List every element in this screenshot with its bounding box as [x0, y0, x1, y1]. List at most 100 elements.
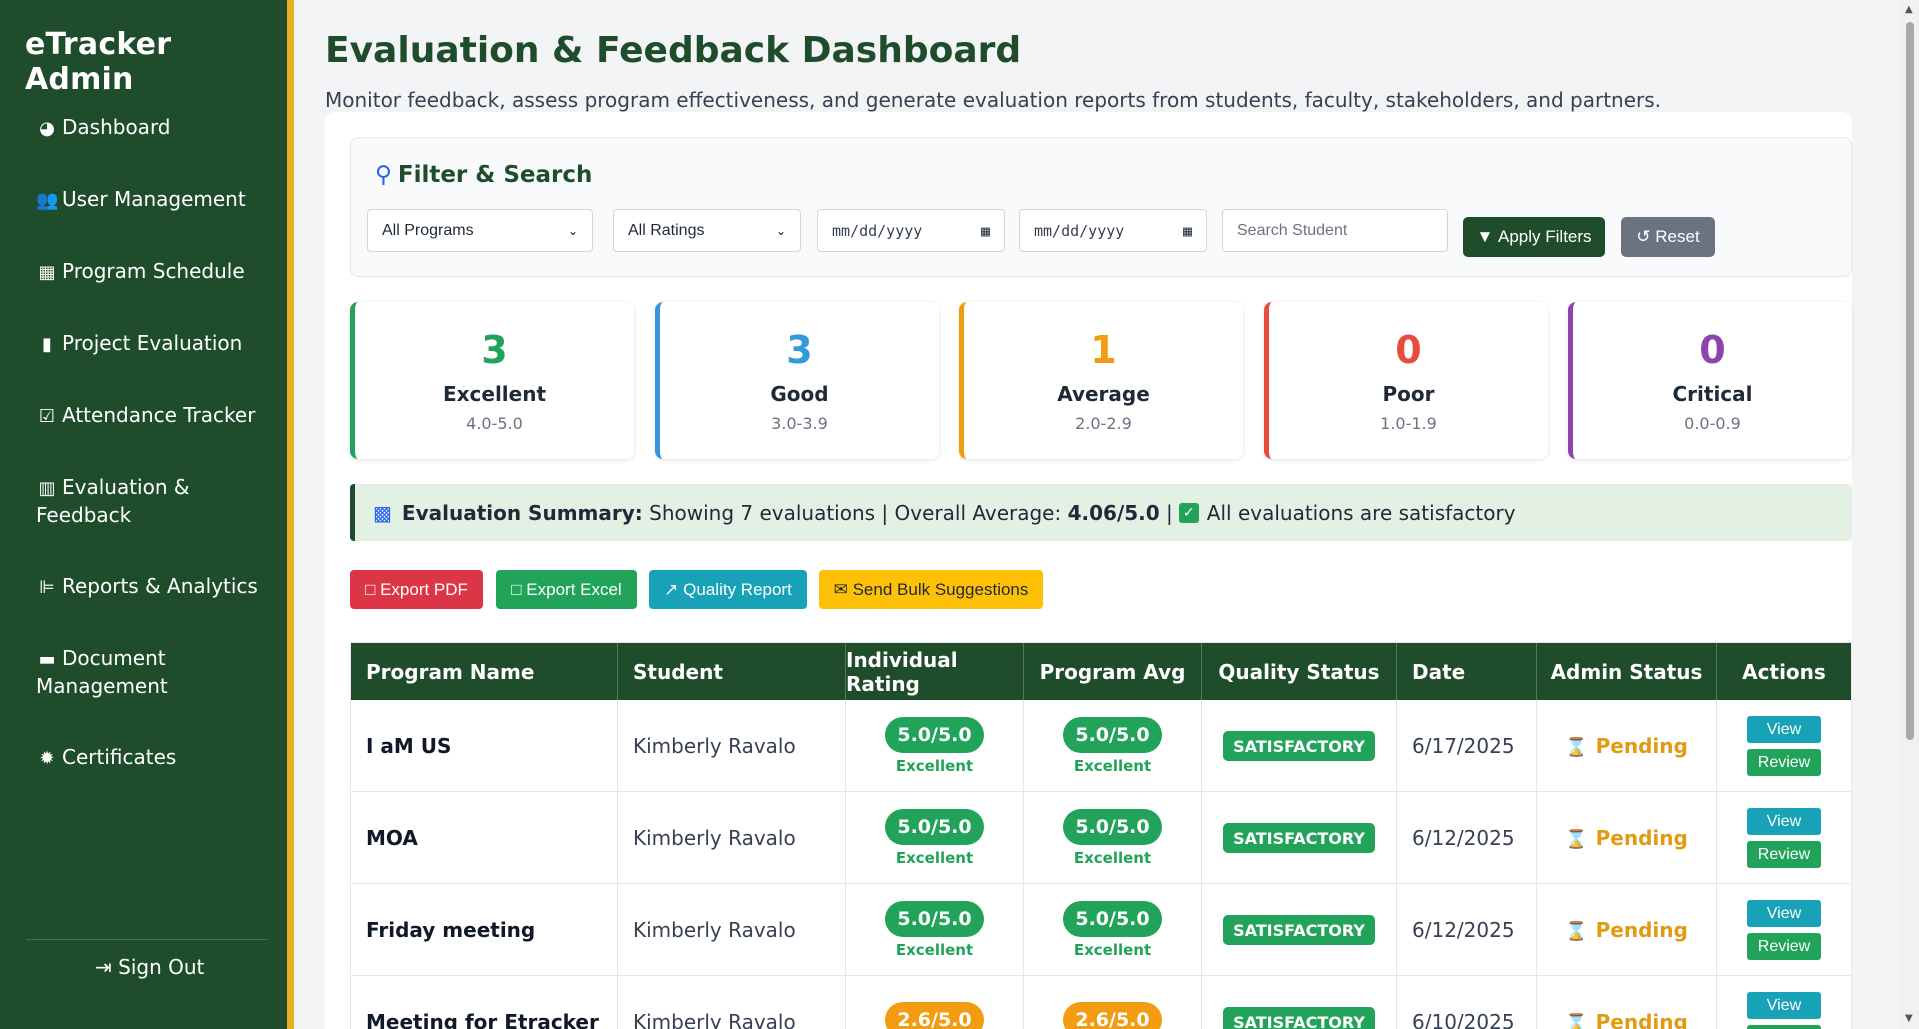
program-name: Meeting for Etracker — [366, 1010, 599, 1029]
table-cell: 2.6/5.0 — [1024, 976, 1202, 1029]
sidebar-item-user-management[interactable]: 👥 User Management — [36, 186, 266, 214]
sidebar-item-program-schedule[interactable]: ▦ Program Schedule — [36, 258, 266, 286]
stat-count: 3 — [786, 328, 813, 372]
page-scrollbar[interactable]: ▲ ▼ — [1901, 0, 1919, 1029]
sidebar-item-certificates[interactable]: ✹ Certificates — [36, 744, 266, 772]
date-to-input[interactable]: mm/dd/yyyy ▦ — [1019, 209, 1207, 252]
student-name: Kimberly Ravalo — [633, 826, 796, 850]
column-header[interactable]: Program Name — [351, 643, 618, 700]
search-student-input[interactable]: Search Student — [1222, 209, 1448, 252]
export-excel-button[interactable]: □ Export Excel — [496, 570, 637, 609]
review-button[interactable]: Review — [1747, 1025, 1821, 1029]
view-button[interactable]: View — [1747, 900, 1821, 927]
table-cell: ⌛ Pending — [1537, 884, 1717, 976]
sidebar-item-reports-analytics[interactable]: ⊫ Reports & Analytics — [36, 573, 266, 601]
stat-range: 0.0-0.9 — [1684, 414, 1741, 433]
analytics-icon: ⊫ — [39, 577, 55, 598]
table-cell: Kimberly Ravalo — [618, 976, 846, 1029]
column-header[interactable]: Admin Status — [1537, 643, 1717, 700]
column-header[interactable]: Program Avg — [1024, 643, 1202, 700]
table-cell: 5.0/5.0 Excellent — [846, 700, 1024, 792]
stat-count: 0 — [1699, 328, 1726, 372]
stat-range: 4.0-5.0 — [466, 414, 523, 433]
clipboard-icon: ▮ — [42, 334, 52, 355]
sign-out-icon: ⇥ — [95, 955, 112, 979]
table-cell: View Review — [1717, 792, 1851, 884]
column-header[interactable]: Actions — [1717, 643, 1851, 700]
table-cell: 5.0/5.0 Excellent — [1024, 792, 1202, 884]
rating-select[interactable]: All Ratings ⌄ — [613, 209, 801, 252]
sidebar-item-project-evaluation[interactable]: ▮ Project Evaluation — [36, 330, 266, 358]
stat-label: Average — [1057, 382, 1150, 406]
individual-rating-badge: 5.0/5.0 — [885, 809, 984, 845]
sign-out-button[interactable]: ⇥ Sign Out — [95, 955, 204, 979]
sidebar-item-label: Attendance Tracker — [62, 403, 256, 427]
individual-rating-badge: 5.0/5.0 — [885, 717, 984, 753]
sidebar-item-label: Dashboard — [62, 115, 171, 139]
scroll-down-icon[interactable]: ▼ — [1905, 1013, 1913, 1024]
dashboard-icon: ◕ — [39, 118, 55, 139]
sidebar-item-attendance-tracker[interactable]: ☑ Attendance Tracker — [36, 402, 266, 430]
program-avg-badge: 2.6/5.0 — [1063, 1002, 1162, 1029]
individual-rating-badge: 5.0/5.0 — [885, 901, 984, 937]
quality-status-badge: SATISFACTORY — [1223, 915, 1375, 945]
table-cell: ⌛ Pending — [1537, 700, 1717, 792]
chart-icon: ▥ — [38, 478, 56, 499]
column-header[interactable]: Individual Rating — [846, 643, 1024, 700]
table-cell: SATISFACTORY — [1202, 884, 1397, 976]
export-pdf-button[interactable]: □ Export PDF — [350, 570, 483, 609]
users-icon: 👥 — [36, 190, 59, 211]
table-cell: View Review — [1717, 976, 1851, 1029]
review-button[interactable]: Review — [1747, 749, 1821, 776]
quality-report-button[interactable]: ↗ Quality Report — [649, 570, 807, 609]
send-bulk-suggestions-button[interactable]: ✉ Send Bulk Suggestions — [819, 570, 1043, 609]
stat-range: 3.0-3.9 — [771, 414, 828, 433]
apply-filters-button[interactable]: ▼ Apply Filters — [1463, 217, 1605, 257]
table-cell: SATISFACTORY — [1202, 792, 1397, 884]
brand-title: eTracker Admin — [25, 27, 172, 97]
filter-icon: ▼ — [1476, 227, 1494, 246]
student-name: Kimberly Ravalo — [633, 734, 796, 758]
sidebar-item-label: Reports & Analytics — [62, 574, 258, 598]
chevron-down-icon: ⌄ — [775, 223, 786, 238]
hourglass-icon: ⌛ — [1565, 921, 1588, 942]
table-row: MOA Kimberly Ravalo 5.0/5.0 Excellent 5.0/5.… — [351, 792, 1851, 884]
individual-rating-label: Excellent — [895, 757, 974, 775]
program-avg-label: Excellent — [1073, 757, 1152, 775]
view-button[interactable]: View — [1747, 992, 1821, 1019]
view-button[interactable]: View — [1747, 716, 1821, 743]
column-header[interactable]: Quality Status — [1202, 643, 1397, 700]
stat-label: Poor — [1382, 382, 1435, 406]
view-button[interactable]: View — [1747, 808, 1821, 835]
table-cell: 2.6/5.0 — [846, 976, 1024, 1029]
sidebar-item-label: Evaluation & Feedback — [36, 475, 190, 527]
sidebar-item-document-management[interactable]: ▬ Document Management — [36, 645, 236, 700]
admin-status: ⌛ Pending — [1565, 1010, 1688, 1029]
hourglass-icon: ⌛ — [1565, 1013, 1588, 1029]
column-header[interactable]: Student — [618, 643, 846, 700]
table-cell: Meeting for Etracker — [351, 976, 618, 1029]
individual-rating-badge: 2.6/5.0 — [885, 1002, 984, 1029]
table-cell: SATISFACTORY — [1202, 976, 1397, 1029]
sidebar-item-label: User Management — [62, 187, 246, 211]
stat-card-critical: 0 Critical 0.0-0.9 — [1568, 302, 1852, 459]
sidebar-divider — [26, 939, 268, 940]
reset-button[interactable]: ↺ Reset — [1621, 217, 1715, 257]
review-button[interactable]: Review — [1747, 841, 1821, 868]
page-subtitle: Monitor feedback, assess program effecti… — [325, 88, 1662, 112]
program-select[interactable]: All Programs ⌄ — [367, 209, 593, 252]
review-button[interactable]: Review — [1747, 933, 1821, 960]
folder-icon: ▬ — [38, 649, 56, 670]
date-from-input[interactable]: mm/dd/yyyy ▦ — [817, 209, 1005, 252]
quality-status-badge: SATISFACTORY — [1223, 731, 1375, 761]
scroll-up-icon[interactable]: ▲ — [1905, 4, 1913, 15]
sign-out-label: Sign Out — [118, 955, 205, 979]
calendar-icon: ▦ — [1182, 221, 1192, 240]
sidebar-item-evaluation-feedback[interactable]: ▥ Evaluation & Feedback — [36, 474, 216, 529]
individual-rating-label: Excellent — [895, 849, 974, 867]
table-header: Program Name Student Individual Rating P… — [351, 643, 1851, 700]
column-header[interactable]: Date — [1397, 643, 1537, 700]
scrollbar-thumb[interactable] — [1906, 22, 1914, 740]
filter-panel: ⚲ Filter & Search All Programs ⌄ All Ratin… — [350, 137, 1852, 277]
sidebar-item-dashboard[interactable]: ◕ Dashboard — [36, 114, 266, 142]
